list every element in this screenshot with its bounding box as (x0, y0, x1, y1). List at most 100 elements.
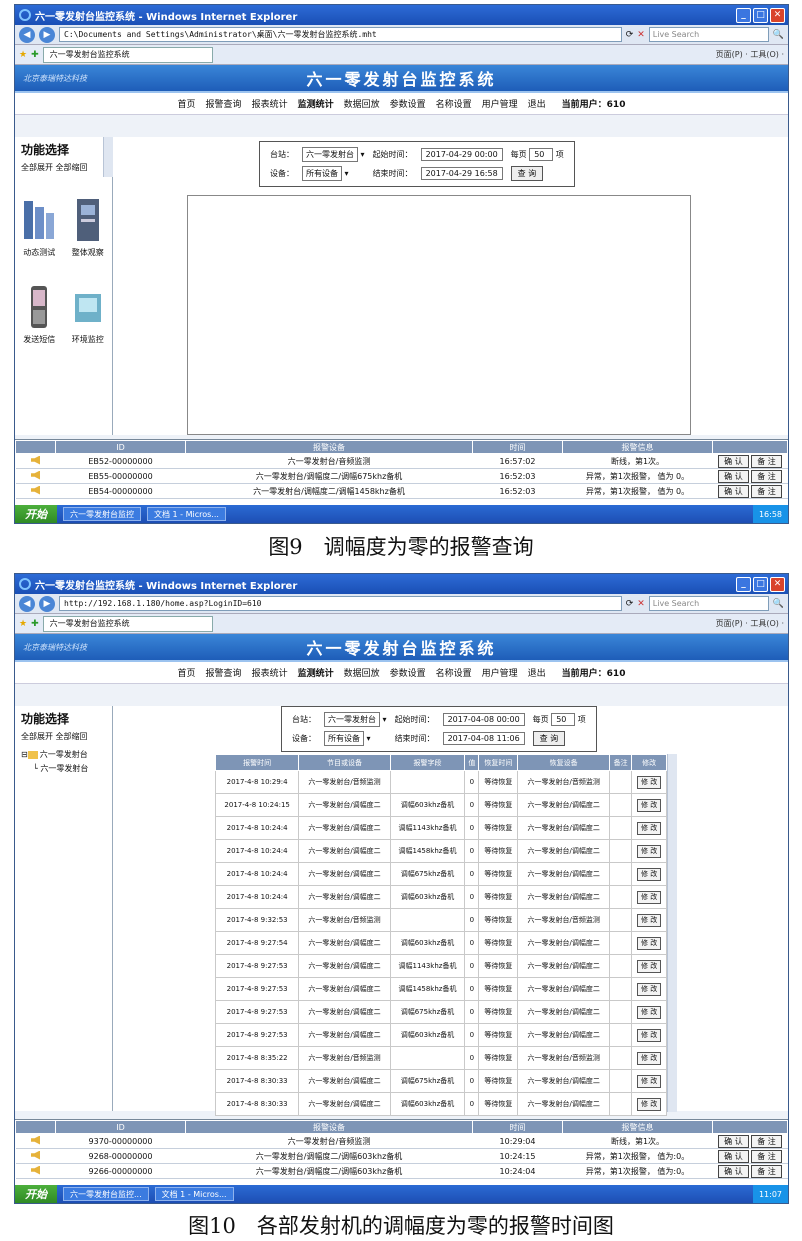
alarm-row[interactable]: EB54-00000000 六一零发射台/调幅度二/调幅1458khz备机 16… (15, 483, 788, 499)
menu-exit[interactable]: 退出 (528, 97, 546, 110)
menu-monitor-stats[interactable]: 监测统计 (298, 97, 334, 110)
menu-users[interactable]: 用户管理 (482, 666, 518, 679)
tree-node-child[interactable]: └ 六一零发射台 (21, 762, 106, 776)
menu-alarm-query[interactable]: 报警查询 (206, 666, 242, 679)
speaker-icon[interactable] (31, 1165, 40, 1175)
add-favorite-icon[interactable]: ✚ (31, 619, 39, 629)
edit-button[interactable]: 修 改 (637, 982, 662, 996)
alarm-row[interactable]: EB52-00000000 六一零发射台/音频监测 16:57:02 断线，第1… (15, 453, 788, 469)
menu-alarm-query[interactable]: 报警查询 (206, 97, 242, 110)
device-select[interactable]: 所有设备 (302, 166, 342, 181)
sidebar-item-send-sms[interactable]: 发送短信 (23, 334, 55, 345)
menu-home[interactable]: 首页 (178, 666, 196, 679)
start-time-input[interactable]: 2017-04-08 00:00 (442, 713, 525, 726)
speaker-icon[interactable] (31, 455, 40, 465)
alarm-row[interactable]: 9370-00000000 六一零发射台/音频监测 10:29:04 断线，第1… (15, 1133, 788, 1149)
confirm-button[interactable]: 确 认 (718, 1149, 749, 1163)
menu-params[interactable]: 参数设置 (390, 97, 426, 110)
close-button[interactable]: ✕ (770, 7, 785, 23)
browser-tab[interactable]: 六一零发射台监控系统 (42, 46, 213, 63)
server-rack-icon[interactable] (20, 197, 58, 243)
menu-names[interactable]: 名称设置 (436, 97, 472, 110)
menu-playback[interactable]: 数据回放 (344, 97, 380, 110)
toolbar-tools[interactable]: 页面(P) · 工具(O) · (716, 49, 784, 60)
edit-button[interactable]: 修 改 (637, 890, 662, 904)
speaker-icon[interactable] (31, 470, 40, 480)
menu-params[interactable]: 参数设置 (390, 666, 426, 679)
back-icon[interactable]: ◀ (19, 26, 35, 43)
note-button[interactable]: 备 注 (751, 1164, 782, 1178)
sidebar-item-environment[interactable]: 环境监控 (72, 334, 104, 345)
taskbar-item-monitor[interactable]: 六一零发射台监控 (63, 507, 141, 521)
forward-icon[interactable]: ▶ (39, 26, 55, 43)
speaker-icon[interactable] (31, 485, 40, 495)
alarm-row[interactable]: EB55-00000000 六一零发射台/调幅度二/调幅675khz备机 16:… (15, 468, 788, 484)
expand-collapse-links[interactable]: 全部展开 全部缩回 (15, 729, 112, 744)
edit-button[interactable]: 修 改 (637, 775, 662, 789)
edit-button[interactable]: 修 改 (637, 821, 662, 835)
search-input[interactable]: Live Search (648, 596, 769, 611)
start-button[interactable]: 开始 (15, 1185, 57, 1203)
forward-icon[interactable]: ▶ (39, 595, 55, 612)
taskbar-item-document[interactable]: 文档 1 - Micros... (147, 507, 226, 521)
edit-button[interactable]: 修 改 (637, 1051, 662, 1065)
edit-button[interactable]: 修 改 (637, 959, 662, 973)
per-page-input[interactable]: 50 (551, 713, 576, 726)
query-button[interactable]: 查 询 (510, 166, 544, 181)
taskbar-item-monitor[interactable]: 六一零发射台监控... (63, 1187, 149, 1201)
toolbar-tools[interactable]: 页面(P) · 工具(O) · (716, 618, 784, 629)
menu-report[interactable]: 报表统计 (252, 666, 288, 679)
menu-users[interactable]: 用户管理 (482, 97, 518, 110)
search-icon[interactable]: 🔍 (773, 30, 784, 40)
confirm-button[interactable]: 确 认 (718, 454, 749, 468)
browser-tab[interactable]: 六一零发射台监控系统 (42, 615, 213, 632)
url-input[interactable]: C:\Documents and Settings\Administrator\… (59, 27, 622, 42)
favorites-star-icon[interactable]: ★ (19, 619, 27, 629)
menu-report[interactable]: 报表统计 (252, 97, 288, 110)
confirm-button[interactable]: 确 认 (718, 469, 749, 483)
end-time-input[interactable]: 2017-04-29 16:58 (420, 167, 503, 180)
menu-exit[interactable]: 退出 (528, 666, 546, 679)
stop-icon[interactable]: ✕ (637, 599, 645, 609)
tree-node-root[interactable]: ⊟ 六一零发射台 (21, 748, 106, 762)
confirm-button[interactable]: 确 认 (718, 1134, 749, 1148)
close-button[interactable]: ✕ (770, 576, 785, 592)
start-time-input[interactable]: 2017-04-29 00:00 (420, 148, 503, 161)
note-button[interactable]: 备 注 (751, 454, 782, 468)
sidebar-item-dynamic-test[interactable]: 动态测试 (23, 247, 55, 258)
sidebar-scrollbar[interactable] (103, 137, 113, 177)
search-input[interactable]: Live Search (648, 27, 769, 42)
menu-monitor-stats[interactable]: 监测统计 (298, 666, 334, 679)
edit-button[interactable]: 修 改 (637, 1005, 662, 1019)
start-button[interactable]: 开始 (15, 505, 57, 523)
edit-button[interactable]: 修 改 (637, 936, 662, 950)
favorites-star-icon[interactable]: ★ (19, 50, 27, 60)
minimize-button[interactable]: _ (736, 576, 751, 592)
speaker-icon[interactable] (31, 1150, 40, 1160)
per-page-input[interactable]: 50 (529, 148, 554, 161)
alarm-row[interactable]: 9266-00000000 六一零发射台/调幅度二/调幅603khz备机 10:… (15, 1163, 788, 1179)
stop-icon[interactable]: ✕ (637, 30, 645, 40)
search-icon[interactable]: 🔍 (773, 599, 784, 609)
end-time-input[interactable]: 2017-04-08 11:06 (442, 732, 525, 745)
note-button[interactable]: 备 注 (751, 1149, 782, 1163)
edit-button[interactable]: 修 改 (637, 1097, 662, 1111)
minimize-button[interactable]: _ (736, 7, 751, 23)
note-button[interactable]: 备 注 (751, 1134, 782, 1148)
maximize-button[interactable]: □ (753, 576, 768, 592)
edit-button[interactable]: 修 改 (637, 867, 662, 881)
sidebar-item-overview[interactable]: 整体观察 (72, 247, 104, 258)
expand-collapse-links[interactable]: 全部展开 全部缩回 (15, 160, 112, 175)
confirm-button[interactable]: 确 认 (718, 484, 749, 498)
edit-button[interactable]: 修 改 (637, 1074, 662, 1088)
taskbar-item-document[interactable]: 文档 1 - Micros... (154, 1187, 234, 1201)
environment-monitor-icon[interactable] (69, 284, 107, 330)
back-icon[interactable]: ◀ (19, 595, 35, 612)
add-favorite-icon[interactable]: ✚ (31, 50, 39, 60)
edit-button[interactable]: 修 改 (637, 844, 662, 858)
edit-button[interactable]: 修 改 (637, 798, 662, 812)
table-scrollbar[interactable] (667, 754, 677, 1112)
note-button[interactable]: 备 注 (751, 469, 782, 483)
note-button[interactable]: 备 注 (751, 484, 782, 498)
url-input[interactable]: http://192.168.1.180/home.asp?LoginID=61… (59, 596, 622, 611)
